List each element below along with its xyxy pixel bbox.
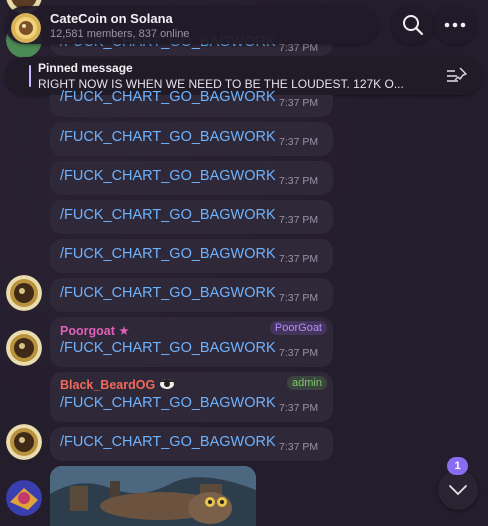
- message-text[interactable]: /FUCK_CHART_GO_BAGWORK: [60, 285, 276, 301]
- message-time: 7:37 PM: [279, 441, 319, 453]
- pinned-label: Pinned message: [38, 61, 133, 75]
- message-text[interactable]: /FUCK_CHART_GO_BAGWORK: [60, 168, 276, 184]
- message-time: 7:37 PM: [279, 253, 319, 265]
- search-button[interactable]: [392, 6, 434, 44]
- message-bubble[interactable]: /FUCK_CHART_GO_BAGWORK 7:37 PM: [50, 239, 333, 273]
- sender-tag-badge: PoorGoat: [269, 321, 327, 335]
- message-time: 7:37 PM: [279, 136, 319, 148]
- eye-emoji-icon: [159, 379, 174, 389]
- message-bubble[interactable]: /FUCK_CHART_GO_BAGWORK 7:37 PM: [50, 427, 333, 461]
- message-bubble[interactable]: /FUCK_CHART_GO_BAGWORK 7:37 PM: [50, 200, 333, 234]
- scroll-to-bottom-button[interactable]: [438, 470, 478, 510]
- more-icon: [444, 22, 466, 28]
- sender-name[interactable]: Black_BeardOG: [60, 378, 175, 392]
- message-bubble[interactable]: /FUCK_CHART_GO_BAGWORK 7:37 PM: [50, 89, 333, 117]
- user-avatar[interactable]: [6, 480, 42, 516]
- message-bubble[interactable]: Poorgoat ★ PoorGoat /FUCK_CHART_GO_BAGWO…: [50, 317, 333, 367]
- group-avatar[interactable]: [11, 13, 41, 43]
- message-bubble[interactable]: /FUCK_CHART_GO_BAGWORK 7:37 PM: [50, 278, 333, 312]
- pinned-list-icon[interactable]: [446, 66, 468, 91]
- message-bubble[interactable]: Black_BeardOG admin /FUCK_CHART_GO_BAGWO…: [50, 372, 333, 422]
- message-text[interactable]: /FUCK_CHART_GO_BAGWORK: [60, 395, 276, 411]
- message-time: 7:37 PM: [279, 97, 319, 109]
- message-text[interactable]: /FUCK_CHART_GO_BAGWORK: [60, 246, 276, 262]
- message-text[interactable]: /FUCK_CHART_GO_BAGWORK: [60, 89, 276, 105]
- message-text[interactable]: /FUCK_CHART_GO_BAGWORK: [60, 129, 276, 145]
- user-avatar[interactable]: [6, 424, 42, 460]
- message-time: 7:37 PM: [279, 402, 319, 414]
- search-icon: [403, 15, 424, 36]
- message-text[interactable]: /FUCK_CHART_GO_BAGWORK: [60, 340, 276, 356]
- more-options-button[interactable]: [434, 6, 476, 44]
- photo-message[interactable]: [50, 466, 256, 526]
- sender-name[interactable]: Poorgoat ★: [60, 323, 130, 338]
- admin-badge: admin: [287, 376, 327, 390]
- message-time: 7:37 PM: [279, 214, 319, 226]
- user-avatar[interactable]: [6, 330, 42, 366]
- message-text[interactable]: /FUCK_CHART_GO_BAGWORK: [60, 434, 276, 450]
- message-bubble[interactable]: /FUCK_CHART_GO_BAGWORK 7:37 PM: [50, 122, 333, 156]
- chevron-down-icon: [449, 485, 467, 495]
- star-icon: ★: [118, 324, 130, 338]
- user-avatar[interactable]: [6, 275, 42, 311]
- member-count: 12,581 members, 837 online: [50, 28, 190, 40]
- chat-title[interactable]: CateCoin on Solana: [50, 11, 173, 26]
- message-time: 7:37 PM: [279, 175, 319, 187]
- message-text[interactable]: /FUCK_CHART_GO_BAGWORK: [60, 207, 276, 223]
- message-bubble[interactable]: /FUCK_CHART_GO_BAGWORK 7:37 PM: [50, 161, 333, 195]
- message-time: 7:37 PM: [279, 347, 319, 359]
- pinned-indicator: [29, 65, 31, 87]
- message-time: 7:37 PM: [279, 292, 319, 304]
- unread-count-badge: 1: [447, 457, 468, 475]
